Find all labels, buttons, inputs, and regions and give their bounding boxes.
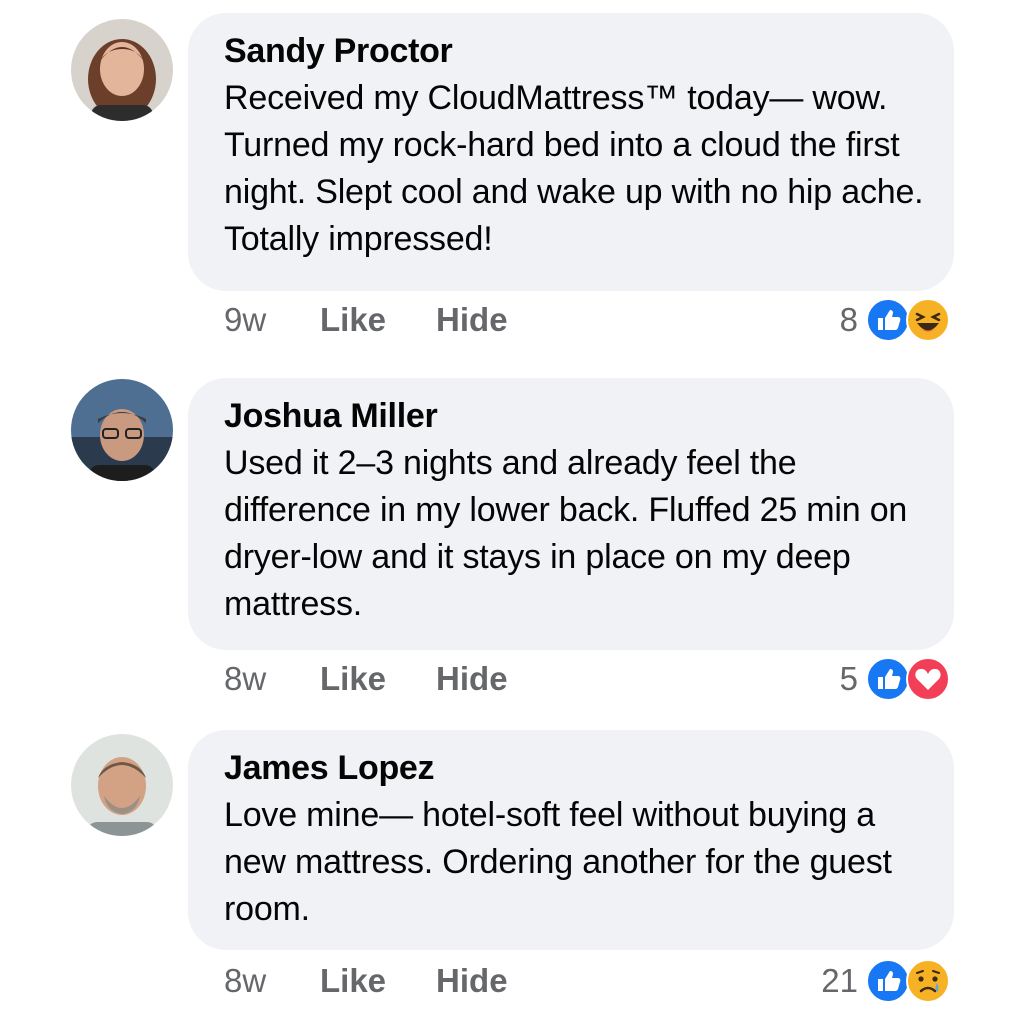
reaction-count: 8 [839, 301, 858, 338]
reaction-summary[interactable]: 5 [840, 656, 950, 702]
like-button[interactable]: Like [320, 660, 386, 698]
like-icon [866, 657, 910, 701]
comment-timestamp[interactable]: 8w [224, 962, 320, 1000]
love-icon [906, 657, 950, 701]
avatar[interactable] [71, 19, 173, 121]
reaction-count: 5 [839, 660, 858, 697]
hide-button[interactable]: Hide [436, 660, 508, 698]
avatar[interactable] [71, 379, 173, 481]
like-icon [866, 298, 910, 342]
comment-actions: 9w Like Hide [224, 297, 558, 343]
hide-button[interactable]: Hide [436, 962, 508, 1000]
like-button[interactable]: Like [320, 301, 386, 339]
like-button[interactable]: Like [320, 962, 386, 1000]
comment-timestamp[interactable]: 8w [224, 660, 320, 698]
comment-actions: 8w Like Hide [224, 656, 558, 702]
avatar[interactable] [71, 734, 173, 836]
comment-text: Received my CloudMattress™ today— wow. T… [224, 79, 924, 258]
comment-author[interactable]: James Lopez [224, 748, 924, 788]
comment-author[interactable]: Sandy Proctor [224, 31, 924, 71]
like-icon [866, 959, 910, 1003]
comment-text: Love mine— hotel-soft feel without buyin… [224, 796, 892, 928]
comment-actions: 8w Like Hide [224, 958, 558, 1004]
hide-button[interactable]: Hide [436, 301, 508, 339]
laughing-emoji-icon [906, 298, 950, 342]
sad-emoji-icon [906, 959, 950, 1003]
reaction-summary[interactable]: 8 [840, 297, 950, 343]
reaction-summary[interactable]: 21 [821, 958, 950, 1004]
comment-author[interactable]: Joshua Miller [224, 396, 924, 436]
comment-bubble: Joshua Miller Used it 2–3 nights and alr… [188, 378, 954, 650]
comment-text: Used it 2–3 nights and already feel the … [224, 444, 908, 623]
comment-bubble: Sandy Proctor Received my CloudMattress™… [188, 13, 954, 291]
comment-timestamp[interactable]: 9w [224, 301, 320, 339]
comment-bubble: James Lopez Love mine— hotel-soft feel w… [188, 730, 954, 950]
reaction-count: 21 [821, 962, 858, 999]
